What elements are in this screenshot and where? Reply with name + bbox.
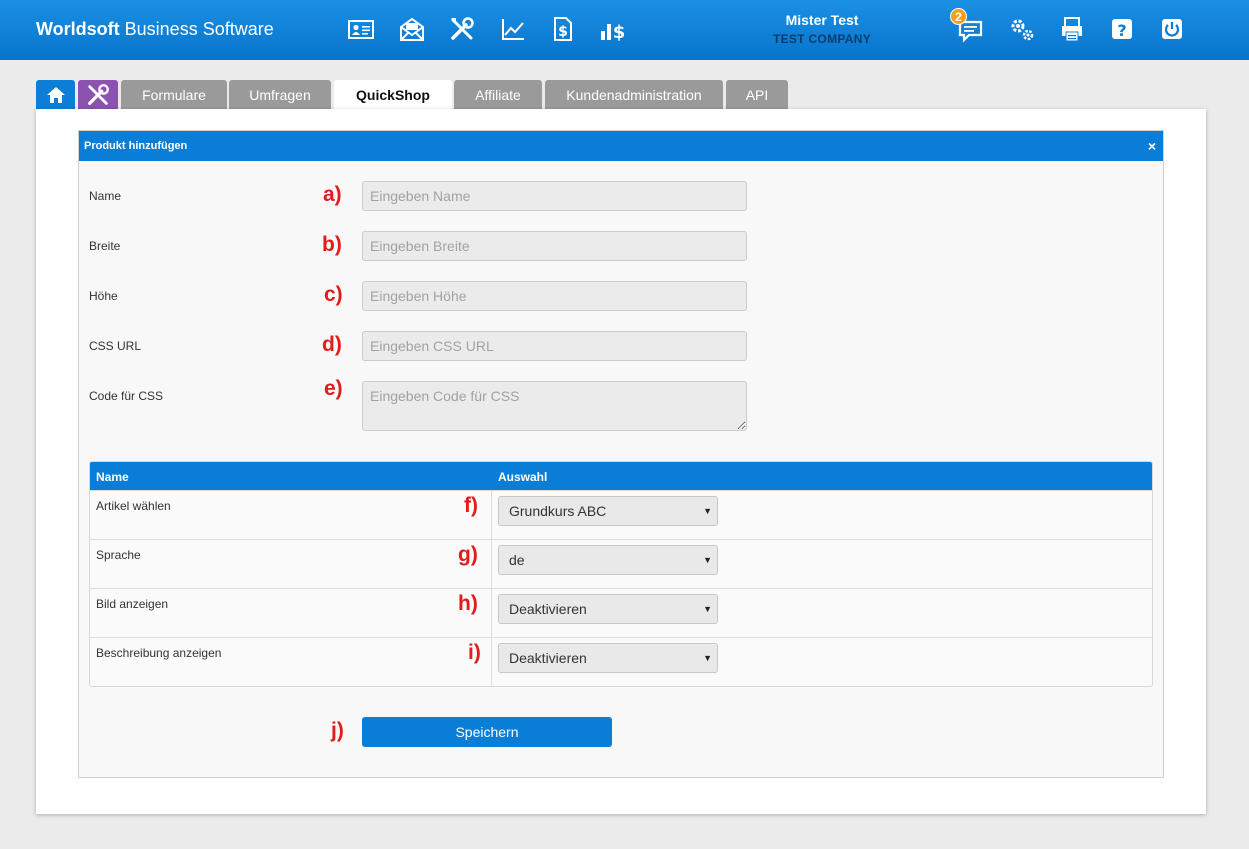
column-auswahl-header: Auswahl bbox=[498, 470, 548, 484]
tab-home[interactable] bbox=[36, 80, 75, 109]
column-divider bbox=[491, 490, 492, 686]
power-icon[interactable] bbox=[1155, 13, 1189, 45]
svg-text:?: ? bbox=[1117, 21, 1126, 40]
artikel-select[interactable]: Grundkurs ABC ▼ bbox=[498, 496, 718, 526]
user-info: Mister Test TEST COMPANY bbox=[740, 12, 904, 46]
row-label-bild: Bild anzeigen bbox=[96, 597, 169, 611]
tools-tab-icon bbox=[88, 83, 109, 105]
messages-icon[interactable]: 2 bbox=[950, 8, 987, 45]
company-name: TEST COMPANY bbox=[772, 32, 872, 46]
mail-envelope-icon[interactable] bbox=[395, 13, 429, 45]
tab-api[interactable]: API bbox=[726, 80, 788, 109]
marker-i: i) bbox=[468, 641, 481, 664]
dialog-header: Produkt hinzufügen × bbox=[79, 131, 1163, 161]
table-row: Sprache g) de ▼ bbox=[90, 539, 1152, 588]
marker-c: c) bbox=[324, 283, 343, 306]
invoice-dollar-icon[interactable]: $ bbox=[545, 13, 579, 45]
beschreibung-select[interactable]: Deaktivieren ▼ bbox=[498, 643, 718, 673]
sprache-select-value: de bbox=[509, 552, 525, 568]
tab-quickshop[interactable]: QuickShop bbox=[334, 80, 452, 110]
bild-select[interactable]: Deaktivieren ▼ bbox=[498, 594, 718, 624]
table-header: Name Auswahl bbox=[90, 462, 1152, 490]
css-url-label: CSS URL bbox=[89, 339, 142, 353]
marker-f: f) bbox=[464, 494, 478, 517]
tab-affiliate[interactable]: Affiliate bbox=[454, 80, 542, 109]
marker-h: h) bbox=[458, 592, 478, 615]
marker-g: g) bbox=[458, 543, 478, 566]
printer-icon[interactable] bbox=[1055, 13, 1089, 45]
marker-e: e) bbox=[324, 377, 343, 400]
tools-icon[interactable] bbox=[445, 13, 479, 45]
marker-a: a) bbox=[323, 183, 342, 206]
close-icon[interactable]: × bbox=[1148, 131, 1156, 161]
dropdown-arrow-icon: ▼ bbox=[703, 555, 712, 565]
beschreibung-select-value: Deaktivieren bbox=[509, 650, 587, 666]
bar-chart-dollar-icon[interactable]: $ bbox=[596, 13, 630, 45]
table-row: Artikel wählen f) Grundkurs ABC ▼ bbox=[90, 490, 1152, 539]
options-table: Name Auswahl Artikel wählen f) Grundkurs… bbox=[89, 461, 1153, 687]
name-input[interactable] bbox=[362, 181, 747, 211]
tab-tools[interactable] bbox=[78, 80, 118, 109]
user-name: Mister Test bbox=[785, 12, 859, 28]
settings-gears-icon[interactable] bbox=[1005, 13, 1039, 45]
tab-formulare[interactable]: Formulare bbox=[121, 80, 227, 109]
svg-text:$: $ bbox=[558, 24, 568, 40]
table-row: Bild anzeigen h) Deaktivieren ▼ bbox=[90, 588, 1152, 637]
brand-logo: Worldsoft Business Software bbox=[36, 19, 274, 39]
notification-badge: 2 bbox=[950, 8, 967, 25]
chart-line-icon[interactable] bbox=[496, 13, 530, 45]
hoehe-label: Höhe bbox=[89, 289, 118, 303]
svg-text:$: $ bbox=[613, 22, 626, 43]
help-icon[interactable]: ? bbox=[1105, 13, 1139, 45]
row-label-beschreibung: Beschreibung anzeigen bbox=[96, 646, 222, 660]
css-url-input[interactable] bbox=[362, 331, 747, 361]
tab-kundenadministration[interactable]: Kundenadministration bbox=[545, 80, 723, 109]
marker-d: d) bbox=[322, 333, 342, 356]
marker-b: b) bbox=[322, 233, 342, 256]
contact-card-icon[interactable] bbox=[344, 13, 378, 45]
dialog-title: Produkt hinzufügen bbox=[84, 140, 188, 152]
column-name-header: Name bbox=[96, 470, 129, 484]
row-label-artikel: Artikel wählen bbox=[96, 499, 171, 513]
tab-umfragen[interactable]: Umfragen bbox=[229, 80, 331, 109]
dropdown-arrow-icon: ▼ bbox=[703, 506, 712, 516]
sprache-select[interactable]: de ▼ bbox=[498, 545, 718, 575]
dropdown-arrow-icon: ▼ bbox=[703, 653, 712, 663]
breite-input[interactable] bbox=[362, 231, 747, 261]
save-button[interactable]: Speichern bbox=[362, 717, 612, 747]
breite-label: Breite bbox=[89, 239, 121, 253]
bild-select-value: Deaktivieren bbox=[509, 601, 587, 617]
row-label-sprache: Sprache bbox=[96, 548, 141, 562]
top-header: Worldsoft Business Software $ $ Mister T… bbox=[0, 0, 1249, 60]
hoehe-input[interactable] bbox=[362, 281, 747, 311]
table-row: Beschreibung anzeigen i) Deaktivieren ▼ bbox=[90, 637, 1152, 686]
artikel-select-value: Grundkurs ABC bbox=[509, 503, 607, 519]
marker-j: j) bbox=[331, 719, 344, 742]
dropdown-arrow-icon: ▼ bbox=[703, 604, 712, 614]
css-code-textarea[interactable] bbox=[362, 381, 747, 431]
css-code-label: Code für CSS bbox=[89, 389, 164, 403]
name-label: Name bbox=[89, 189, 122, 203]
home-icon bbox=[46, 86, 65, 103]
